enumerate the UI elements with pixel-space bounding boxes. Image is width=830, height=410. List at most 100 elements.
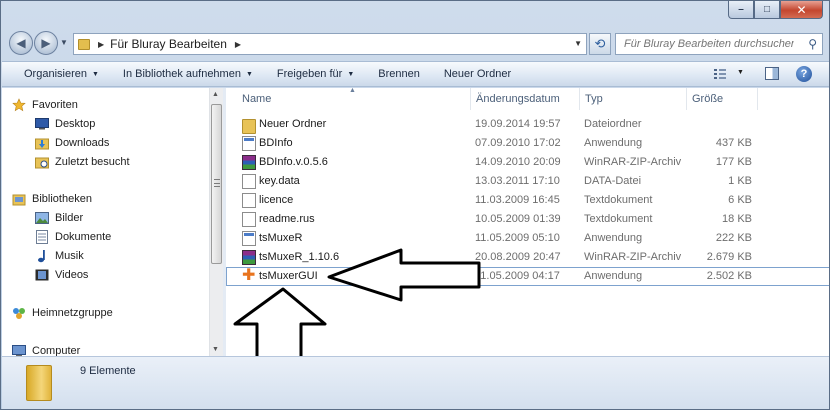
chevron-down-icon: ▼ [245,71,253,78]
file-name: tsMuxerGUI [259,270,318,282]
file-date: 13.03.2011 17:10 [475,175,560,187]
nav-label: Videos [55,269,89,281]
file-date: 19.09.2014 19:57 [475,118,561,130]
file-row[interactable]: tsMuxeR_1.10.6 20.08.2009 20:47 WinRAR-Z… [226,248,829,267]
address-row: ◀ ▶ ▼ ▶ Für Bluray Bearbeiten ▶ ▼ ⟲ ⚲ [1,29,829,59]
scroll-down-icon[interactable]: ▼ [212,346,219,353]
file-row[interactable]: Neuer Ordner 19.09.2014 19:57 Dateiordne… [226,115,829,134]
file-size: 2.502 KB [706,270,752,282]
file-name: key.data [259,175,300,187]
navigation-pane: Favoriten Desktop Downloads Zuletzt besu… [2,88,223,357]
column-header-date[interactable]: Änderungsdatum [476,93,560,105]
new-folder-button[interactable]: Neuer Ordner [432,68,523,80]
search-icon[interactable]: ⚲ [808,37,817,51]
file-type: Anwendung [584,270,643,282]
file-name: BDInfo [259,137,293,149]
caption-buttons: – □ ✕ [728,1,823,19]
file-type: WinRAR-ZIP-Archiv [584,156,682,168]
scrollbar-thumb[interactable] [211,104,222,264]
refresh-button[interactable]: ⟲ [589,33,611,55]
breadcrumb-separator-icon[interactable]: ▶ [235,40,241,49]
file-date: 11.05.2009 05:10 [475,232,560,244]
column-header-name[interactable]: Name [242,93,271,105]
organize-button[interactable]: Organisieren ▼ [2,68,111,80]
application-icon [242,231,256,246]
star-icon [11,97,27,113]
file-row[interactable]: licence 11.03.2009 16:45 Textdokument 6 … [226,191,829,210]
tsmuxergui-icon: ✚ [242,267,256,284]
file-row[interactable]: key.data 13.03.2011 17:10 DATA-Datei 1 K… [226,172,829,191]
file-row[interactable]: readme.rus 10.05.2009 01:39 Textdokument… [226,210,829,229]
file-row[interactable]: ✚ tsMuxerGUI 11.05.2009 04:17 Anwendung … [226,267,829,286]
pictures-icon [34,210,50,226]
forward-arrow-icon: ▶ [41,36,51,50]
file-type: DATA-Datei [584,175,642,187]
burn-button[interactable]: Brennen [366,68,432,80]
nav-item-downloads[interactable]: Downloads [34,134,109,152]
views-dropdown-icon[interactable]: ▼ [737,69,744,76]
nav-item-libraries[interactable]: Bibliotheken [11,190,92,208]
documents-icon [34,229,50,245]
file-type: Textdokument [584,194,653,206]
column-divider[interactable] [686,88,687,110]
nav-item-documents[interactable]: Dokumente [34,228,111,246]
nav-label: Bibliotheken [32,193,92,205]
nav-item-recent[interactable]: Zuletzt besucht [34,153,130,171]
file-date: 11.05.2009 04:17 [475,270,560,282]
chevron-down-icon: ▼ [347,71,355,78]
organize-label: Organisieren [24,68,87,80]
forward-button[interactable]: ▶ [34,31,58,55]
search-input[interactable] [624,38,794,50]
column-header-type[interactable]: Typ [585,93,603,105]
close-button[interactable]: ✕ [780,1,823,19]
column-divider[interactable] [757,88,758,110]
include-in-library-button[interactable]: In Bibliothek aufnehmen ▼ [111,68,265,80]
navpane-scrollbar[interactable]: ▲ ▼ [209,88,223,356]
address-bar[interactable]: ▶ Für Bluray Bearbeiten ▶ ▼ [73,33,587,55]
share-with-button[interactable]: Freigeben für ▼ [265,68,366,80]
help-icon[interactable]: ? [796,66,812,82]
winrar-icon [242,155,256,170]
maximize-button[interactable]: □ [754,1,780,19]
nav-item-pictures[interactable]: Bilder [34,209,83,227]
column-divider[interactable] [470,88,471,110]
scroll-up-icon[interactable]: ▲ [212,91,219,98]
file-row[interactable]: BDInfo.v.0.5.6 14.09.2010 20:09 WinRAR-Z… [226,153,829,172]
address-dropdown-icon[interactable]: ▼ [574,39,582,48]
nav-item-favorites[interactable]: Favoriten [11,96,78,114]
search-box[interactable]: ⚲ [615,33,823,55]
document-icon [242,193,256,208]
file-size: 177 KB [715,156,752,168]
libraries-icon [11,191,27,207]
chevron-down-icon: ▼ [91,71,99,78]
column-divider[interactable] [579,88,580,110]
preview-pane-icon[interactable] [765,67,779,80]
document-icon [242,212,256,227]
file-type: WinRAR-ZIP-Archiv [584,251,682,263]
nav-item-music[interactable]: Musik [34,247,84,265]
document-icon [242,174,256,189]
file-row[interactable]: tsMuxeR 11.05.2009 05:10 Anwendung 222 K… [226,229,829,248]
nav-item-desktop[interactable]: Desktop [34,115,95,133]
include-in-library-label: In Bibliothek aufnehmen [122,68,241,80]
file-list: ▲ Name Änderungsdatum Typ Größe Neuer Or… [226,87,829,356]
file-row[interactable]: BDInfo 07.09.2010 17:02 Anwendung 437 KB [226,134,829,153]
nav-item-homegroup[interactable]: Heimnetzgruppe [11,304,113,322]
file-date: 14.09.2010 20:09 [475,156,561,168]
breadcrumb-current-folder[interactable]: Für Bluray Bearbeiten [110,37,227,51]
explorer-window: – □ ✕ ◀ ▶ ▼ ▶ Für Bluray Bearbeiten ▶ ▼ … [0,0,830,410]
nav-label: Downloads [55,137,110,149]
recent-pages-dropdown-icon[interactable]: ▼ [60,38,68,47]
breadcrumb-separator-icon[interactable]: ▶ [98,40,104,49]
back-button[interactable]: ◀ [9,31,33,55]
views-icon[interactable] [713,67,727,81]
downloads-folder-icon [34,135,50,151]
column-header-size[interactable]: Größe [692,93,723,105]
file-type: Dateiordner [584,118,642,130]
minimize-button[interactable]: – [728,1,754,19]
refresh-icon: ⟲ [594,36,606,51]
nav-item-videos[interactable]: Videos [34,266,88,284]
file-size: 2.679 KB [706,251,752,263]
application-icon [242,136,256,151]
file-size: 6 KB [728,194,752,206]
